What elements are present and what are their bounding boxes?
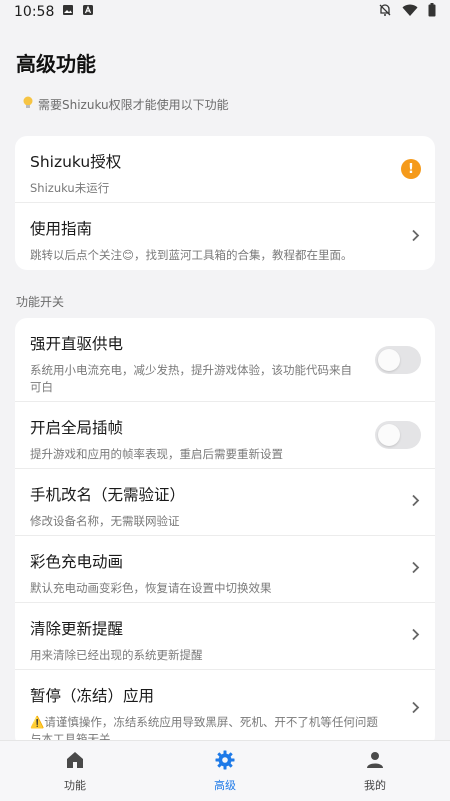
guide-subtitle: 跳转以后点个关注😊，找到蓝河工具箱的合集，教程都在里面。 — [30, 248, 353, 262]
feature-subtitle: 提升游戏和应用的帧率表现，重启后需要重新设置 — [30, 447, 283, 461]
warning-icon: ! — [401, 159, 421, 179]
toggle-knob — [378, 424, 400, 446]
nav-item-mine[interactable]: 我的 — [300, 741, 450, 801]
chevron-right-icon — [411, 700, 421, 719]
status-bar: 10:58 — [0, 0, 450, 24]
frame-interpolation-toggle[interactable] — [375, 421, 421, 449]
feature-row-color-charging[interactable]: 彩色充电动画 默认充电动画变彩色，恢复请在设置中切换效果 — [15, 536, 435, 603]
shizuku-warning-badge: ! — [401, 159, 421, 179]
nav-item-features[interactable]: 功能 — [0, 741, 150, 801]
shizuku-auth-status: Shizuku未运行 — [30, 181, 110, 195]
toggle-switch[interactable] — [375, 421, 421, 449]
muted-bell-icon — [378, 3, 392, 21]
nav-item-advanced[interactable]: 高级 — [150, 741, 300, 801]
feature-row-rename-device[interactable]: 手机改名（无需验证） 修改设备名称，无需联网验证 — [15, 469, 435, 536]
shizuku-card: Shizuku授权 Shizuku未运行 ! 使用指南 跳转以后点个关注😊，找到… — [15, 136, 435, 270]
feature-title: 开启全局插帧 — [30, 419, 124, 437]
toggle-switch[interactable] — [375, 345, 421, 374]
feature-row-clear-update[interactable]: 清除更新提醒 用来清除已经出现的系统更新提醒 — [15, 603, 435, 670]
wifi-icon — [402, 4, 418, 21]
gear-icon — [215, 750, 235, 773]
nav-label: 高级 — [214, 778, 236, 792]
feature-title: 彩色充电动画 — [30, 553, 124, 571]
guide-row[interactable]: 使用指南 跳转以后点个关注😊，找到蓝河工具箱的合集，教程都在里面。 — [15, 203, 435, 270]
status-time: 10:58 — [14, 4, 55, 20]
features-card: 强开直驱供电 系统用小电流充电，减少发热，提升游戏体验，该功能代码来自可白 开启… — [15, 318, 435, 748]
toggle-knob — [378, 348, 400, 371]
guide-title: 使用指南 — [30, 220, 93, 238]
shizuku-auth-row[interactable]: Shizuku授权 Shizuku未运行 ! — [15, 136, 435, 203]
direct-power-toggle[interactable] — [375, 345, 421, 374]
notice-text: 需要Shizuku权限才能使用以下功能 — [38, 98, 229, 112]
feature-subtitle: 用来清除已经出现的系统更新提醒 — [30, 648, 203, 662]
chevron-right-icon — [411, 227, 421, 246]
page-title: 高级功能 — [16, 52, 96, 76]
notice: 需要Shizuku权限才能使用以下功能 — [22, 96, 229, 113]
chevron-right-icon — [411, 560, 421, 579]
shizuku-auth-title: Shizuku授权 — [30, 153, 122, 171]
feature-row-direct-power[interactable]: 强开直驱供电 系统用小电流充电，减少发热，提升游戏体验，该功能代码来自可白 — [15, 318, 435, 402]
nav-label: 我的 — [364, 778, 386, 792]
feature-title: 清除更新提醒 — [30, 620, 124, 638]
feature-title: 强开直驱供电 — [30, 335, 124, 353]
feature-subtitle: 系统用小电流充电，减少发热，提升游戏体验，该功能代码来自可白 — [30, 363, 352, 394]
feature-subtitle: 修改设备名称，无需联网验证 — [30, 514, 180, 528]
chevron-right-icon — [411, 627, 421, 646]
status-right — [378, 3, 436, 21]
status-left: 10:58 — [14, 4, 94, 20]
feature-row-freeze-app[interactable]: 暂停（冻结）应用 ⚠️请谨慎操作，冻结系统应用导致黑屏、死机、开不了机等任何问题… — [15, 670, 435, 748]
app-notification-icon — [82, 4, 94, 20]
nav-label: 功能 — [64, 778, 86, 792]
home-icon — [65, 750, 85, 773]
feature-title: 手机改名（无需验证） — [30, 486, 186, 504]
bottom-nav: 功能 高级 我的 — [0, 740, 450, 801]
chevron-right-icon — [411, 493, 421, 512]
gallery-icon — [62, 4, 74, 20]
feature-title: 暂停（冻结）应用 — [30, 687, 155, 705]
person-icon — [365, 750, 385, 773]
lightbulb-icon — [22, 96, 34, 113]
battery-icon — [428, 3, 436, 21]
feature-row-frame-interpolation[interactable]: 开启全局插帧 提升游戏和应用的帧率表现，重启后需要重新设置 — [15, 402, 435, 469]
section-label: 功能开关 — [16, 295, 65, 309]
feature-subtitle: 默认充电动画变彩色，恢复请在设置中切换效果 — [30, 581, 272, 595]
